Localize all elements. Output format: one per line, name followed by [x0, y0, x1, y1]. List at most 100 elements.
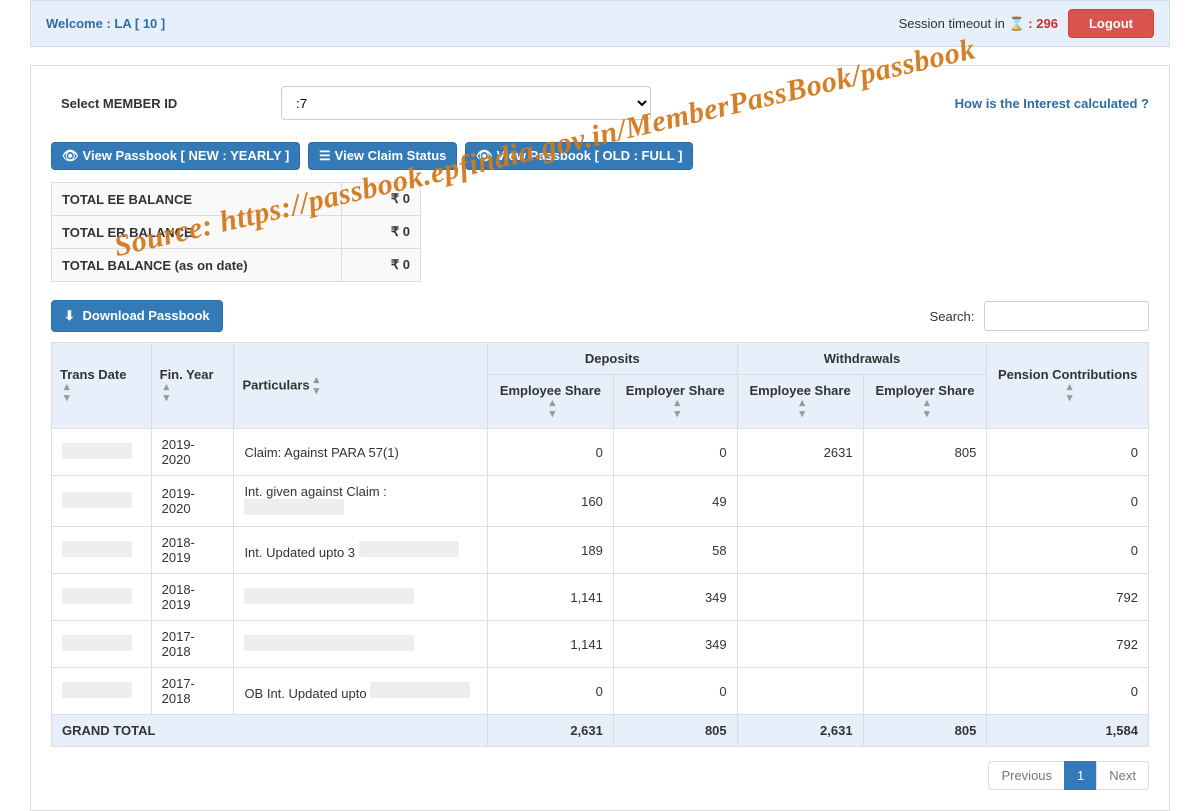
- cell-wd-er: [863, 668, 987, 715]
- col-wd-employee[interactable]: Employee Share: [737, 375, 863, 429]
- grand-wd-er: 805: [863, 715, 987, 747]
- eye-icon: 👁: [62, 148, 79, 163]
- table-row: 2019-2020Claim: Against PARA 57(1)002631…: [52, 429, 1149, 476]
- table-row: 2018-20191,141349792: [52, 574, 1149, 621]
- table-row: TOTAL ER BALANCE₹ 0: [52, 216, 421, 249]
- cell-particulars: Claim: Against PARA 57(1): [234, 429, 488, 476]
- sort-icon: [1063, 382, 1077, 404]
- member-id-select[interactable]: :7: [281, 86, 651, 120]
- download-icon: ⬇: [64, 308, 75, 323]
- view-passbook-old-button[interactable]: 👁View Passbook [ OLD : FULL ]: [465, 142, 693, 170]
- cell-trans-date: [52, 429, 152, 476]
- cell-particulars: [234, 621, 488, 668]
- grand-pension: 1,584: [987, 715, 1149, 747]
- cell-fin-year: 2018-2019: [151, 574, 234, 621]
- session-timeout-label: Session timeout in: [899, 16, 1009, 31]
- cell-dep-ee: 1,141: [487, 621, 613, 668]
- cell-trans-date: [52, 476, 152, 527]
- cell-dep-er: 349: [613, 574, 737, 621]
- cell-fin-year: 2019-2020: [151, 429, 234, 476]
- cell-dep-er: 58: [613, 527, 737, 574]
- view-passbook-new-button[interactable]: 👁View Passbook [ NEW : YEARLY ]: [51, 142, 300, 170]
- hourglass-icon: ⌛: [1008, 16, 1024, 31]
- cell-wd-ee: 2631: [737, 429, 863, 476]
- cell-dep-ee: 1,141: [487, 574, 613, 621]
- user-name: LA: [114, 16, 131, 31]
- grand-dep-er: 805: [613, 715, 737, 747]
- table-row: 2017-2018OB Int. Updated upto 000: [52, 668, 1149, 715]
- grand-total-label: GRAND TOTAL: [52, 715, 488, 747]
- total-ee-value: ₹ 0: [342, 183, 421, 216]
- col-wd-employer[interactable]: Employer Share: [863, 375, 987, 429]
- cell-pension: 792: [987, 621, 1149, 668]
- table-row: TOTAL EE BALANCE₹ 0: [52, 183, 421, 216]
- cell-dep-er: 0: [613, 429, 737, 476]
- cell-wd-ee: [737, 527, 863, 574]
- cell-dep-ee: 189: [487, 527, 613, 574]
- table-row: TOTAL BALANCE (as on date)₹ 0: [52, 249, 421, 282]
- cell-fin-year: 2017-2018: [151, 668, 234, 715]
- cell-pension: 0: [987, 476, 1149, 527]
- cell-wd-ee: [737, 476, 863, 527]
- cell-trans-date: [52, 574, 152, 621]
- interest-calc-link[interactable]: How is the Interest calculated ?: [955, 96, 1149, 111]
- col-pension[interactable]: Pension Contributions: [987, 343, 1149, 429]
- cell-dep-er: 49: [613, 476, 737, 527]
- total-er-label: TOTAL ER BALANCE: [52, 216, 342, 249]
- col-dep-employee[interactable]: Employee Share: [487, 375, 613, 429]
- cell-particulars: Int. given against Claim :: [234, 476, 488, 527]
- total-balance-value: ₹ 0: [342, 249, 421, 282]
- cell-wd-er: [863, 621, 987, 668]
- table-row: 2017-2018 1,141349 792: [52, 621, 1149, 668]
- total-ee-label: TOTAL EE BALANCE: [52, 183, 342, 216]
- pagination: Previous1Next: [51, 761, 1149, 790]
- cell-wd-ee: [737, 574, 863, 621]
- cell-trans-date: [52, 621, 152, 668]
- sort-icon: [670, 398, 684, 420]
- logout-button[interactable]: Logout: [1068, 9, 1154, 38]
- header-bar: Welcome : LA [ 10 ] Session timeout in ⌛…: [30, 0, 1170, 47]
- table-row: 2019-2020Int. given against Claim : 1604…: [52, 476, 1149, 527]
- cell-trans-date: [52, 527, 152, 574]
- table-row: 2018-2019Int. Updated upto 3 189580: [52, 527, 1149, 574]
- col-dep-employer[interactable]: Employer Share: [613, 375, 737, 429]
- search-input[interactable]: [984, 301, 1149, 331]
- transactions-table: Trans Date Fin. Year Particulars Deposit…: [51, 342, 1149, 747]
- sort-icon: [314, 375, 328, 397]
- session-timeout-value: 296: [1036, 16, 1058, 31]
- cell-wd-er: 805: [863, 429, 987, 476]
- cell-trans-date: [52, 668, 152, 715]
- cell-dep-er: 349: [613, 621, 737, 668]
- cell-fin-year: 2017-2018: [151, 621, 234, 668]
- sort-icon: [545, 398, 559, 420]
- cell-dep-er: 0: [613, 668, 737, 715]
- list-icon: ☰: [319, 148, 331, 163]
- sort-icon: [795, 398, 809, 420]
- cell-fin-year: 2019-2020: [151, 476, 234, 527]
- sort-icon: [164, 382, 178, 404]
- cell-wd-er: [863, 574, 987, 621]
- col-fin-year[interactable]: Fin. Year: [151, 343, 234, 429]
- welcome-label: Welcome :: [46, 16, 114, 31]
- cell-dep-ee: 0: [487, 429, 613, 476]
- view-claim-status-button[interactable]: ☰View Claim Status: [308, 142, 457, 170]
- search-label: Search:: [930, 309, 975, 324]
- cell-pension: 0: [987, 668, 1149, 715]
- cell-dep-ee: 0: [487, 668, 613, 715]
- total-er-value: ₹ 0: [342, 216, 421, 249]
- member-id-label: Select MEMBER ID: [51, 96, 281, 111]
- content-box: Select MEMBER ID :7 How is the Interest …: [30, 65, 1170, 811]
- download-passbook-button[interactable]: ⬇ Download Passbook: [51, 300, 223, 332]
- cell-pension: 0: [987, 429, 1149, 476]
- cell-wd-er: [863, 476, 987, 527]
- next-page-button[interactable]: Next: [1096, 761, 1149, 790]
- eye-icon: 👁: [476, 148, 493, 163]
- prev-page-button[interactable]: Previous: [988, 761, 1065, 790]
- cell-fin-year: 2018-2019: [151, 527, 234, 574]
- grand-dep-ee: 2,631: [487, 715, 613, 747]
- cell-dep-ee: 160: [487, 476, 613, 527]
- page-1-button[interactable]: 1: [1064, 761, 1097, 790]
- col-particulars[interactable]: Particulars: [234, 343, 488, 429]
- col-trans-date[interactable]: Trans Date: [52, 343, 152, 429]
- col-deposits-group: Deposits: [487, 343, 737, 375]
